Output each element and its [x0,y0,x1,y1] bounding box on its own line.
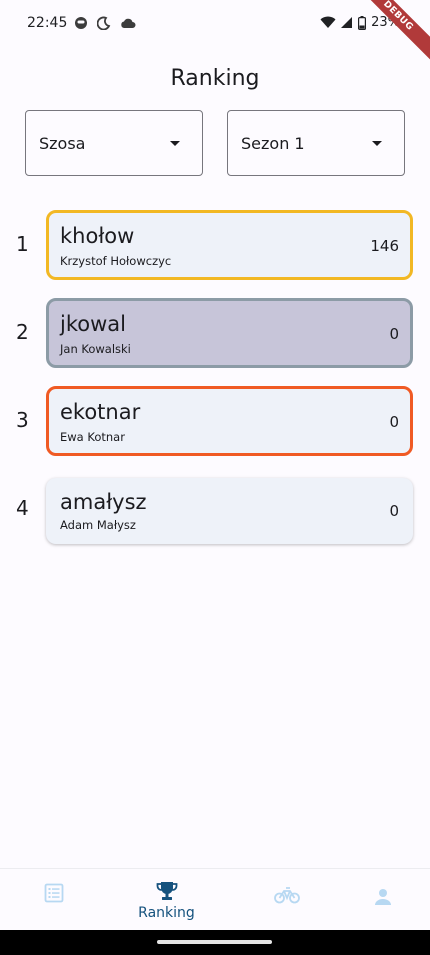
dropdown-arrow-icon [170,141,180,146]
ranking-username: jkowal [60,312,126,336]
nav-item-bicycle[interactable] [233,869,340,931]
ranking-card[interactable]: ekotnar Ewa Kotnar 0 [46,386,413,456]
page-title: Ranking [170,66,260,91]
trophy-icon [156,882,177,900]
bicycle-icon [273,887,300,904]
status-time: 22:45 [27,15,68,31]
home-gesture-handle[interactable] [157,940,272,944]
ranking-row: 2 jkowal Jan Kowalski 0 [0,298,430,368]
ranking-points: 0 [389,325,399,343]
status-bar: 22:45 23% [0,0,430,50]
ranking-points: 146 [370,237,399,255]
ranking-username: ekotnar [60,400,141,424]
ranking-card[interactable]: khołow Krzystof Hołowczyc 146 [46,210,413,280]
ranking-card[interactable]: jkowal Jan Kowalski 0 [46,298,413,368]
ranking-row: 3 ekotnar Ewa Kotnar 0 [0,386,430,456]
system-navigation-bar [0,930,430,955]
dropdown-arrow-icon [372,141,382,146]
bottom-navigation: Ranking [0,868,430,930]
list-icon [44,883,63,903]
season-dropdown[interactable]: Sezon 1 [227,110,405,176]
battery-icon [358,15,367,30]
moon-icon [97,16,111,30]
status-notification-icons [74,16,136,30]
face-icon [75,17,87,29]
person-icon [374,889,391,905]
nav-item-profile[interactable] [329,869,430,931]
ranking-username: amałysz [60,490,147,514]
ranking-full-name: Jan Kowalski [60,342,131,356]
ranking-row: 1 khołow Krzystof Hołowczyc 146 [0,210,430,280]
nav-label-ranking: Ranking [138,905,195,921]
nav-item-list[interactable] [0,869,107,931]
ranking-row: 4 amałysz Adam Małysz 0 [0,474,430,544]
rank-position: 4 [16,496,29,520]
ranking-full-name: Krzystof Hołowczyc [60,254,172,268]
wifi-icon [320,16,336,28]
discipline-value: Szosa [39,134,86,153]
ranking-points: 0 [389,502,399,520]
signal-icon [341,17,353,28]
ranking-full-name: Adam Małysz [60,518,136,532]
ranking-card[interactable]: amałysz Adam Małysz 0 [46,478,413,544]
ranking-username: khołow [60,224,135,248]
season-value: Sezon 1 [241,134,305,153]
discipline-dropdown[interactable]: Szosa [25,110,203,176]
cloud-icon [121,18,136,28]
ranking-full-name: Ewa Kotnar [60,430,125,444]
rank-position: 1 [16,232,29,256]
rank-position: 2 [16,320,29,344]
nav-item-ranking[interactable]: Ranking [113,869,220,931]
ranking-points: 0 [389,413,399,431]
rank-position: 3 [16,408,29,432]
